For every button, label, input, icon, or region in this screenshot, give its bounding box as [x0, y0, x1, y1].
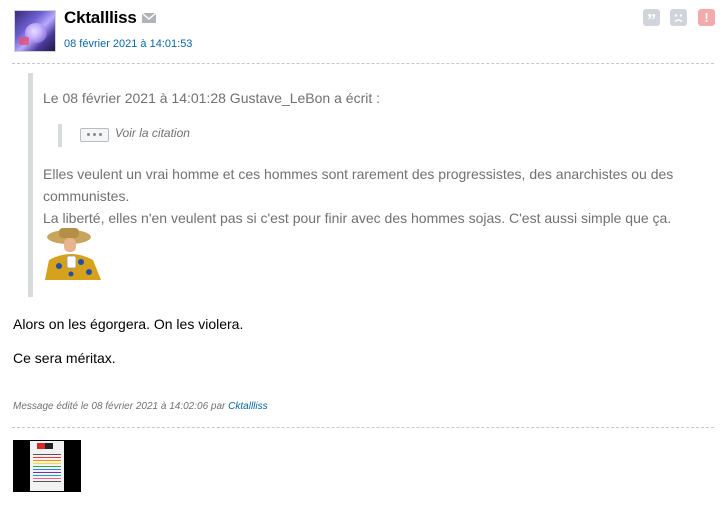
expand-quote-button[interactable] [80, 128, 109, 142]
signature-bar [33, 466, 61, 467]
dot [87, 133, 90, 136]
signature-bar [33, 454, 61, 455]
edit-note: Message édité le 08 février 2021 à 14:02… [13, 401, 268, 412]
signature-card [30, 441, 64, 491]
quote-line: La liberté, elles n'en veulent pas si c'… [43, 210, 672, 226]
nested-quote-bar [58, 124, 62, 147]
signature-bar [33, 475, 61, 476]
sticker-image[interactable] [43, 224, 111, 280]
flag-dark [45, 443, 53, 449]
signature-bar [33, 460, 61, 461]
avatar[interactable] [14, 10, 56, 52]
quote-icon[interactable]: ” [643, 9, 660, 30]
quote-header: Le 08 février 2021 à 14:01:28 Gustave_Le… [43, 90, 381, 106]
dot [93, 133, 96, 136]
signature-bar [33, 463, 61, 464]
signature-bar [33, 481, 61, 482]
alert-icon[interactable]: ! [698, 9, 715, 26]
header-separator [12, 63, 714, 64]
signature-bar [33, 469, 61, 470]
post-date-link[interactable]: 08 février 2021 à 14:01:53 [64, 38, 192, 50]
flag-red [37, 443, 45, 449]
signature-bar [33, 478, 61, 479]
edit-note-text: Message édité le 08 février 2021 à 14:02… [13, 401, 229, 412]
edit-author-link[interactable]: Cktallliss [228, 401, 267, 412]
signature-image [13, 440, 81, 492]
quote-bar [28, 73, 33, 297]
message-line: Ce sera méritax. [13, 350, 116, 366]
sad-face-glyph [674, 14, 683, 23]
show-quote-link[interactable]: Voir la citation [115, 126, 190, 140]
signature-separator [12, 427, 714, 428]
quote-line: Elles veulent un vrai homme et ces homme… [43, 166, 674, 182]
signature-bar [33, 472, 61, 473]
blockquote: Le 08 février 2021 à 14:01:28 Gustave_Le… [28, 73, 718, 297]
mail-icon[interactable] [142, 13, 156, 23]
dot [99, 133, 102, 136]
quote-line: communistes. [43, 188, 130, 204]
signature-bar [33, 457, 61, 458]
forum-post: Cktallliss 08 février 2021 à 14:01:53 ” … [0, 0, 727, 506]
avatar-detail [19, 37, 29, 45]
sad-face-icon[interactable] [670, 9, 687, 26]
message-line: Alors on les égorgera. On les violera. [13, 316, 244, 332]
author-name[interactable]: Cktallliss [64, 8, 137, 28]
